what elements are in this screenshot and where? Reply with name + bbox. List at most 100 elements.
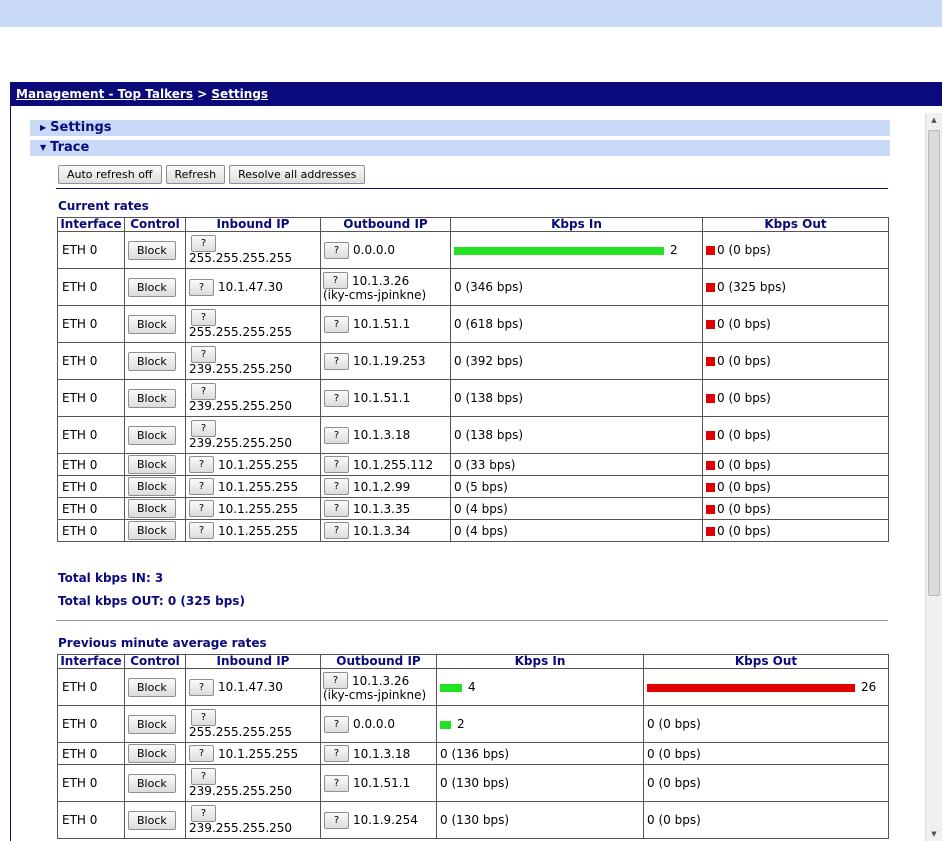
- block-button[interactable]: Block: [128, 499, 176, 518]
- block-button[interactable]: Block: [128, 314, 176, 334]
- kbps-out-indicator: [706, 357, 715, 366]
- resolve-outbound-button[interactable]: ?: [323, 672, 348, 689]
- block-button[interactable]: Block: [128, 477, 176, 496]
- outbound-ip-cell: ? 10.1.3.26 (iky-cms-jpinkne): [320, 268, 451, 306]
- inbound-ip-line: ? 10.1.255.255: [189, 522, 317, 539]
- table-row: ETH 0 Block? 239.255.255.250? 10.1.9.254 0 (…: [57, 801, 889, 839]
- outbound-ip-cell: ? 10.1.19.253: [320, 342, 451, 380]
- section-trace-header[interactable]: ▼ Trace: [30, 140, 890, 156]
- kbps-out-indicator: [706, 394, 715, 403]
- outbound-ip-cell: ? 0.0.0.0: [320, 231, 451, 269]
- resolve-outbound-button[interactable]: ?: [324, 522, 349, 539]
- resolve-inbound-button[interactable]: ?: [191, 805, 216, 822]
- resolve-inbound-button[interactable]: ?: [191, 346, 216, 363]
- kbps-out-cell: 0 (0 bps): [702, 453, 889, 476]
- vertical-scrollbar[interactable]: ▲ ▼: [925, 113, 942, 841]
- outbound-ip-text: 10.1.3.18: [353, 428, 411, 442]
- kbps-in-bar: [440, 720, 451, 729]
- block-button[interactable]: Block: [128, 521, 176, 540]
- section-settings-header[interactable]: ▶ Settings: [30, 120, 890, 136]
- top-banner: [0, 0, 942, 27]
- outbound-ip-text: 10.1.2.99: [353, 479, 411, 494]
- resolve-inbound-button[interactable]: ?: [189, 500, 214, 517]
- inbound-ip-stack: ? 255.255.255.255: [189, 309, 317, 339]
- kbps-out-indicator: [706, 246, 715, 255]
- kbps-in-value: 2: [457, 717, 465, 731]
- inbound-ip-stack: ? 239.255.255.250: [189, 346, 317, 376]
- resolve-inbound-button[interactable]: ?: [191, 420, 216, 437]
- kbps-out-cell: 0 (0 bps): [643, 705, 889, 743]
- resolve-all-button[interactable]: Resolve all addresses: [229, 165, 366, 184]
- resolve-outbound-button[interactable]: ?: [324, 389, 349, 407]
- column-header: Kbps Out: [702, 217, 889, 232]
- resolve-outbound-button[interactable]: ?: [324, 774, 349, 792]
- block-button[interactable]: Block: [128, 773, 176, 793]
- block-button[interactable]: Block: [128, 240, 176, 260]
- resolve-outbound-button[interactable]: ?: [324, 745, 349, 762]
- resolve-outbound-button[interactable]: ?: [324, 478, 349, 495]
- block-button[interactable]: Block: [128, 425, 176, 445]
- interface-cell: ETH 0: [57, 305, 125, 343]
- resolve-outbound-button[interactable]: ?: [324, 456, 349, 473]
- table-row: ETH 0 Block ? 10.1.47.30? 10.1.3.26 (iky-cms-…: [57, 268, 889, 306]
- inbound-ip-text: 255.255.255.255: [189, 325, 293, 339]
- block-button[interactable]: Block: [128, 388, 176, 408]
- resolve-outbound-button[interactable]: ?: [324, 715, 349, 733]
- resolve-outbound-button[interactable]: ?: [324, 811, 349, 829]
- resolve-inbound-button[interactable]: ?: [189, 456, 214, 473]
- interface-cell: ETH 0: [57, 268, 125, 306]
- resolve-inbound-button[interactable]: ?: [189, 522, 214, 539]
- inbound-ip-text: 239.255.255.250: [189, 821, 293, 835]
- resolve-outbound-button[interactable]: ?: [324, 426, 349, 444]
- resolve-inbound-button[interactable]: ?: [191, 309, 216, 326]
- refresh-button[interactable]: Refresh: [165, 165, 226, 184]
- control-cell: Block: [124, 475, 186, 498]
- resolve-outbound-button[interactable]: ?: [324, 241, 349, 259]
- scrollbar-thumb[interactable]: [928, 130, 940, 596]
- kbps-in-value: 0 (138 bps): [454, 391, 524, 405]
- resolve-inbound-button[interactable]: ?: [189, 278, 214, 296]
- inbound-ip-line: ? 10.1.255.255: [189, 456, 317, 473]
- scroll-down-icon[interactable]: ▼: [926, 827, 942, 841]
- block-button[interactable]: Block: [128, 714, 176, 734]
- auto-refresh-button[interactable]: Auto refresh off: [58, 165, 162, 184]
- inbound-ip-cell: ? 10.1.255.255: [185, 475, 321, 498]
- inbound-ip-text: 10.1.255.255: [218, 746, 299, 761]
- resolve-inbound-button[interactable]: ?: [191, 383, 216, 400]
- resolve-inbound-button[interactable]: ?: [189, 745, 214, 762]
- kbps-out-cell: 0 (0 bps): [702, 305, 889, 343]
- interface-cell: ETH 0: [57, 231, 125, 269]
- block-button[interactable]: Block: [128, 455, 176, 474]
- block-button[interactable]: Block: [128, 677, 176, 697]
- block-button[interactable]: Block: [128, 277, 176, 297]
- breadcrumb-link-settings[interactable]: Settings: [211, 87, 268, 101]
- block-button[interactable]: Block: [128, 351, 176, 371]
- kbps-out-bar: [647, 683, 855, 692]
- inbound-ip-text: 239.255.255.250: [189, 362, 293, 376]
- kbps-out-cell: 0 (0 bps): [643, 764, 889, 802]
- resolve-outbound-button[interactable]: ?: [324, 500, 349, 517]
- column-header: Outbound IP: [320, 654, 437, 669]
- collapse-down-icon: ▼: [40, 143, 47, 152]
- outbound-ip-text: 10.1.255.112: [353, 457, 434, 472]
- table-row: ETH 0 Block? 10.1.255.255? 10.1.255.112 0 (3…: [57, 453, 889, 476]
- inbound-ip-cell: ? 10.1.255.255: [185, 742, 321, 765]
- resolve-inbound-button[interactable]: ?: [189, 478, 214, 495]
- resolve-inbound-button[interactable]: ?: [191, 768, 216, 785]
- breadcrumb-link-top-talkers[interactable]: Management - Top Talkers: [16, 87, 193, 101]
- inbound-ip-text: 10.1.47.30: [218, 680, 283, 694]
- block-button[interactable]: Block: [128, 810, 176, 830]
- outbound-ip-cell: ? 10.1.51.1: [320, 305, 451, 343]
- resolve-inbound-button[interactable]: ?: [189, 678, 214, 696]
- resolve-outbound-button[interactable]: ?: [324, 315, 349, 333]
- outbound-ip-line: ? 10.1.51.1: [324, 774, 433, 792]
- block-button[interactable]: Block: [128, 744, 176, 763]
- resolve-inbound-button[interactable]: ?: [191, 709, 216, 726]
- resolve-outbound-button[interactable]: ?: [324, 352, 349, 370]
- scroll-up-icon[interactable]: ▲: [926, 113, 942, 127]
- resolve-inbound-button[interactable]: ?: [191, 235, 216, 252]
- outbound-ip-cell: ? 10.1.3.34: [320, 519, 451, 542]
- resolve-outbound-button[interactable]: ?: [323, 272, 348, 289]
- inbound-ip-cell: ? 10.1.47.30: [185, 268, 321, 306]
- column-header: Interface: [57, 654, 125, 669]
